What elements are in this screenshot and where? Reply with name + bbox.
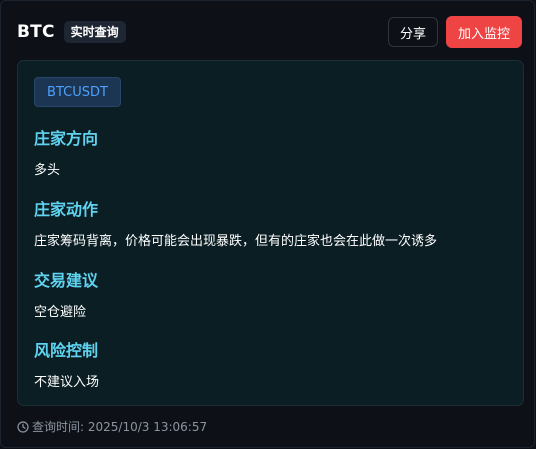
section-title-action: 庄家动作	[34, 200, 99, 219]
panel: BTC 实时查询 分享 加入监控 BTCUSDT 庄家方向 多头 庄家动作 庄家…	[0, 0, 535, 448]
analysis-card: BTCUSDT 庄家方向 多头 庄家动作 庄家筹码背离，价格可能会出现暴跌，但有…	[17, 60, 524, 406]
section-body-risk: 不建议入场	[34, 375, 100, 390]
share-button[interactable]: 分享	[387, 17, 438, 47]
pair-tag: BTCUSDT	[34, 77, 121, 107]
add-monitor-button[interactable]: 加入监控	[445, 16, 522, 48]
header: BTC 实时查询 分享 加入监控	[17, 15, 522, 49]
section-title-direction: 庄家方向	[34, 129, 99, 148]
section-body-advice: 空仓避险	[34, 305, 87, 320]
section-body-action: 庄家筹码背离，价格可能会出现暴跌，但有的庄家也会在此做一次诱多	[34, 234, 438, 249]
section-title-advice: 交易建议	[34, 271, 99, 290]
section-title-risk: 风险控制	[34, 341, 99, 360]
footer: 查询时间: 2025/10/3 13:06:57	[17, 418, 207, 435]
realtime-badge: 实时查询	[63, 21, 126, 43]
clock-icon	[17, 420, 29, 433]
section-body-direction: 多头	[34, 163, 61, 178]
symbol-title: BTC	[17, 22, 55, 42]
query-time: 查询时间: 2025/10/3 13:06:57	[32, 420, 208, 434]
